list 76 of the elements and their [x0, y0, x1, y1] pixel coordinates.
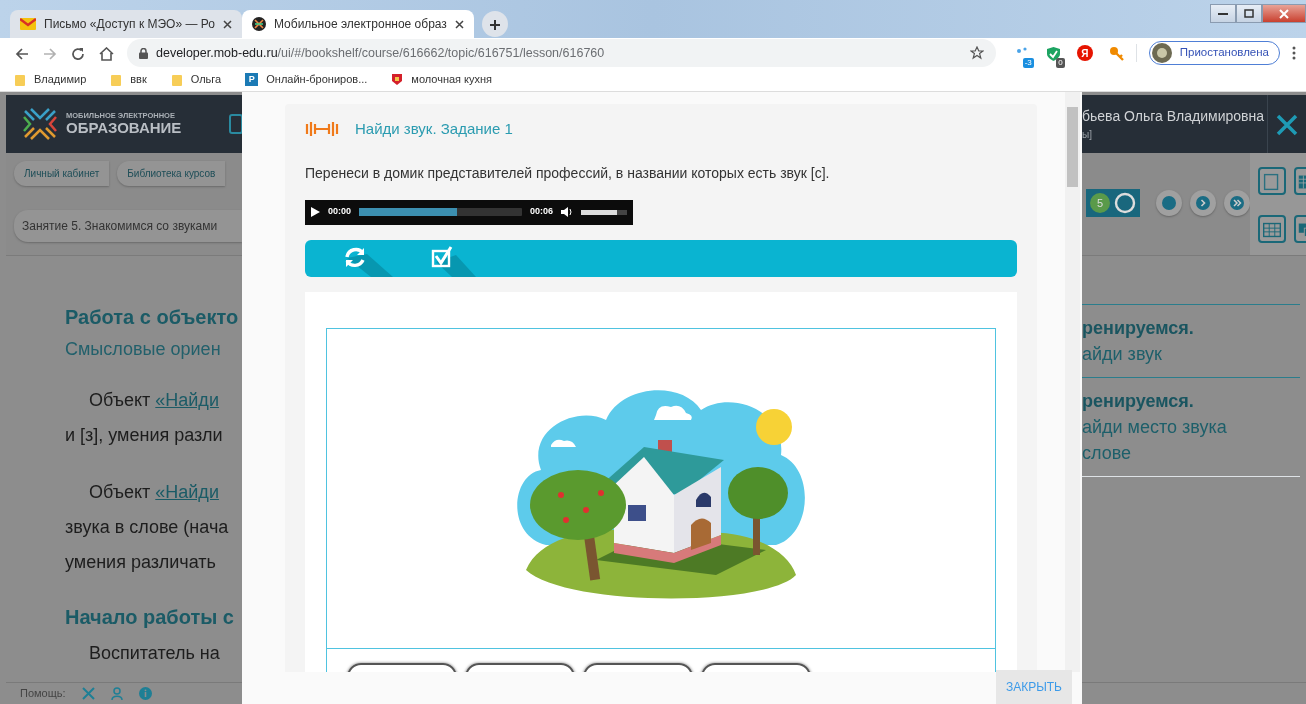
- profile-button[interactable]: Приостановлена: [1148, 41, 1280, 65]
- section-subheading: Смысловые ориен: [65, 338, 222, 361]
- lesson-selector[interactable]: Занятие 5. Знакомимся со звуками: [14, 210, 242, 242]
- paragraph-line: Воспитатель на: [88, 642, 221, 665]
- next-button[interactable]: [1190, 190, 1216, 216]
- time-duration: 00:06: [529, 205, 553, 219]
- site-icon: P: [245, 73, 259, 86]
- reload-icon[interactable]: [71, 46, 85, 61]
- folder-icon: [170, 73, 183, 86]
- home-icon[interactable]: [99, 46, 114, 61]
- tab-title: Мобильное электронное образ: [273, 16, 447, 33]
- tab-title: Письмо «Доступ к МЭО» — Ро: [44, 16, 215, 33]
- logo-title: ОБРАЗОВАНИЕ: [66, 119, 182, 136]
- url-text: developer.mob-edu.ru/ui/#/bookshelf/course/616662/topic/616751/lesson/616760: [156, 44, 605, 62]
- lesson-card-title: ренируемся.: [1082, 390, 1195, 413]
- logo-icon: [22, 107, 58, 141]
- progress-count: 5: [1090, 193, 1110, 213]
- lesson-card-text: слове: [1082, 442, 1133, 465]
- minimize-button[interactable]: [1210, 4, 1236, 23]
- lesson-card-title: ренируемся.: [1082, 317, 1195, 340]
- bookmark[interactable]: ввк: [110, 71, 147, 88]
- bookmark[interactable]: молочная кухня: [391, 71, 493, 88]
- task-instruction: Перенеси в домик представителей профессий, в названии которых есть звук [с].: [305, 163, 831, 183]
- notebook-icon[interactable]: [1258, 167, 1286, 195]
- address-bar[interactable]: developer.mob-edu.ru/ui/#/bookshelf/course/616662/topic/616751/lesson/616760: [127, 39, 996, 67]
- double-chevron-icon[interactable]: [1229, 195, 1245, 211]
- paragraph-line: Объект «Найди: [88, 481, 220, 504]
- bookmark[interactable]: Владимир: [14, 71, 87, 88]
- ring-icon: [1114, 192, 1136, 214]
- volume-icon[interactable]: [561, 207, 573, 217]
- lesson-card-text: айди звук: [1082, 343, 1163, 366]
- user-role: ы]: [1082, 128, 1093, 142]
- star-icon[interactable]: [969, 46, 984, 60]
- help-label: Помощь:: [20, 686, 66, 702]
- close-icon[interactable]: [222, 19, 232, 29]
- back-icon[interactable]: [15, 46, 29, 61]
- user-name: бьева Ольга Владимировна: [1082, 107, 1265, 126]
- dot-icon[interactable]: [1161, 195, 1177, 211]
- maximize-icon[interactable]: [1244, 9, 1254, 18]
- last-button[interactable]: [1224, 190, 1250, 216]
- logo-icon: [251, 17, 266, 31]
- avatar-icon: [1151, 43, 1172, 63]
- book-icon[interactable]: [229, 114, 242, 134]
- menu-icon[interactable]: [1292, 46, 1296, 60]
- paragraph-line: Объект «Найди: [88, 389, 220, 412]
- section-heading: Начало работы с: [65, 605, 235, 630]
- close-window-button[interactable]: [1262, 4, 1306, 23]
- extension-icon[interactable]: Я: [1076, 45, 1093, 61]
- chevron-right-icon[interactable]: [1195, 195, 1211, 211]
- paragraph-line: и [з], умения разли: [65, 424, 224, 447]
- audio-progress-track[interactable]: [359, 208, 522, 216]
- play-icon[interactable]: [311, 207, 320, 217]
- new-tab-button[interactable]: [481, 11, 508, 37]
- volume-track[interactable]: [581, 209, 627, 215]
- lock-icon: [139, 47, 148, 59]
- section-heading: Работа с объекто: [65, 305, 240, 330]
- scrollbar[interactable]: [1065, 92, 1080, 672]
- emblem-icon: [391, 73, 404, 86]
- browser-tab[interactable]: Письмо «Доступ к МЭО» — Ро: [10, 10, 242, 38]
- folder-icon: [110, 73, 123, 86]
- envelope-icon: [20, 18, 36, 30]
- bookmark[interactable]: Ольга: [170, 71, 222, 88]
- paragraph-line: умения различать: [65, 551, 217, 574]
- time-current: 00:00: [328, 205, 352, 219]
- dumbbell-icon: [305, 121, 339, 138]
- maximize-button[interactable]: [1236, 4, 1262, 23]
- close-icon[interactable]: [454, 19, 464, 29]
- task-title: Найди звук. Задание 1: [355, 119, 513, 139]
- paragraph-line: звука в слове (нача: [65, 516, 230, 539]
- browser-tab[interactable]: Мобильное электронное образ: [241, 10, 474, 38]
- plus-icon[interactable]: [488, 19, 501, 32]
- table-icon[interactable]: [1258, 215, 1286, 243]
- current-button[interactable]: [1156, 190, 1182, 216]
- bookmark[interactable]: P Онлайн-брониров...: [245, 71, 368, 88]
- folder-icon: [14, 73, 26, 86]
- lesson-card-text: айди место звука: [1082, 416, 1228, 439]
